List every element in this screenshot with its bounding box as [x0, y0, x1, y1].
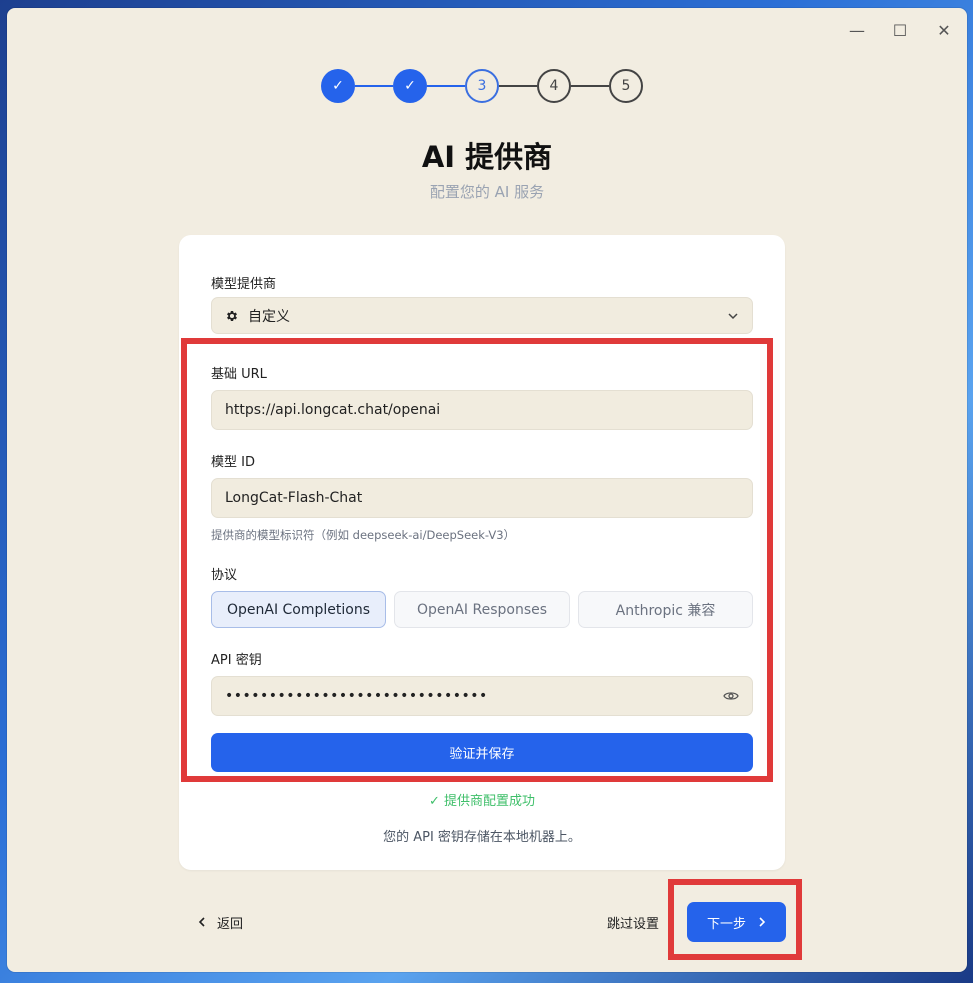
step-1-check-icon: ✓ — [321, 69, 355, 103]
highlight-box-form — [181, 338, 773, 782]
step-connector — [499, 85, 537, 87]
success-message: ✓ 提供商配置成功 — [428, 794, 536, 809]
chevron-down-icon — [728, 312, 738, 319]
skip-setup-button[interactable]: 跳过设置 — [607, 913, 659, 932]
title-bar: — ☐ ✕ — [7, 8, 967, 50]
provider-select[interactable]: 自定义 — [211, 297, 753, 334]
page-subtitle: 配置您的 AI 服务 — [429, 183, 545, 201]
chevron-left-icon — [198, 917, 205, 927]
step-connector — [571, 85, 609, 87]
chevron-right-icon — [759, 917, 766, 927]
step-4-indicator: 4 — [537, 69, 571, 103]
next-button-label: 下一步 — [706, 916, 746, 932]
minimize-icon[interactable]: — — [845, 18, 869, 42]
next-step-button[interactable]: 下一步 — [687, 902, 786, 942]
gear-icon — [227, 310, 237, 321]
provider-select-value: 自定义 — [248, 308, 290, 325]
step-connector — [355, 85, 393, 87]
step-2-check-icon: ✓ — [393, 69, 427, 103]
close-icon[interactable]: ✕ — [932, 18, 956, 42]
provider-label: 模型提供商 — [211, 277, 277, 292]
back-button-label: 返回 — [217, 916, 244, 932]
storage-note: 您的 API 密钥存储在本地机器上。 — [383, 830, 581, 845]
back-button[interactable]: 返回 — [197, 910, 243, 934]
step-connector — [427, 85, 465, 87]
app-window: — ☐ ✕ ✓ ✓ 3 4 5 AI 提供商 配置您的 AI 服务 模型提供商 … — [7, 8, 967, 972]
maximize-icon[interactable]: ☐ — [888, 18, 912, 42]
setup-stepper: ✓ ✓ 3 4 5 — [321, 69, 643, 103]
page-title: AI 提供商 — [421, 140, 553, 174]
step-3-indicator: 3 — [465, 69, 499, 103]
step-5-indicator: 5 — [609, 69, 643, 103]
